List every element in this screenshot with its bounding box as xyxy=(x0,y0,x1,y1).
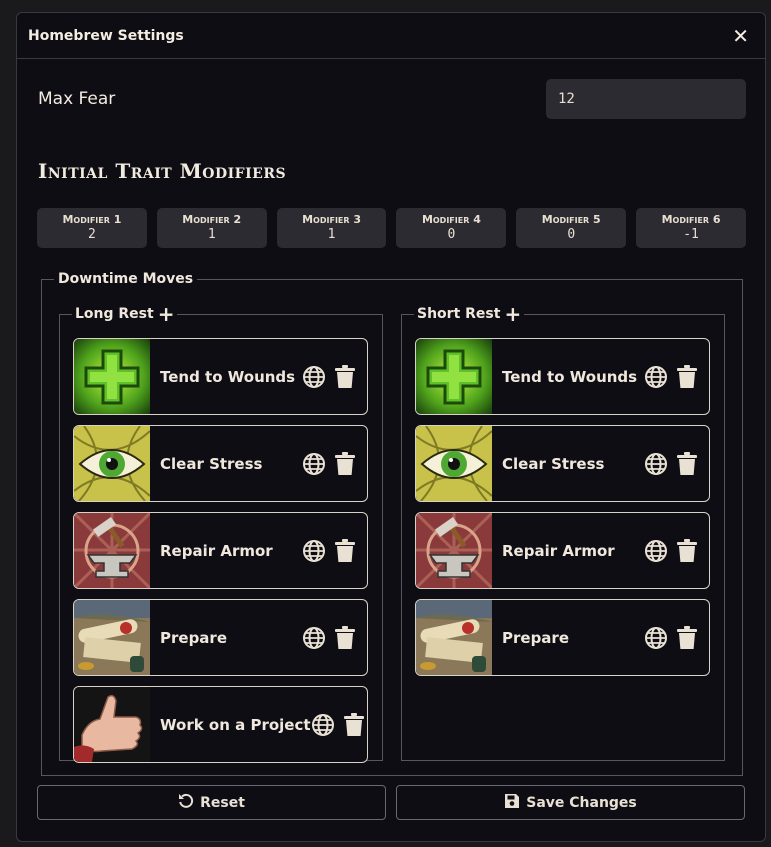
modifier-label: Modifier 6 xyxy=(661,212,721,226)
modifier-value[interactable]: 0 xyxy=(447,226,455,244)
green-cross-icon xyxy=(416,339,492,414)
move-name: Tend to Wounds xyxy=(160,367,296,386)
globe-icon[interactable] xyxy=(302,626,326,650)
modifier-label: Modifier 2 xyxy=(182,212,242,226)
modifier-field-2[interactable]: Modifier 2 1 xyxy=(156,208,267,248)
short-rest-group: Short Rest + Tend to Wounds Clear Stress xyxy=(401,304,725,761)
downtime-moves-title: Downtime Moves xyxy=(58,271,194,287)
modifier-field-6[interactable]: Modifier 6 -1 xyxy=(636,208,746,248)
move-name: Prepare xyxy=(160,628,227,647)
modifier-value[interactable]: 1 xyxy=(328,226,336,244)
move-name: Tend to Wounds xyxy=(502,367,638,386)
max-fear-row: Max Fear xyxy=(38,79,746,119)
move-name: Repair Armor xyxy=(160,541,273,560)
eye-icon xyxy=(74,426,150,501)
modifier-value[interactable]: 0 xyxy=(567,226,575,244)
anvil-hammer-icon xyxy=(74,513,150,588)
globe-icon[interactable] xyxy=(302,452,326,476)
trash-icon[interactable] xyxy=(676,538,698,563)
long-rest-legend: Long Rest + xyxy=(72,304,177,324)
move-name: Clear Stress xyxy=(502,454,605,473)
move-card: Tend to Wounds xyxy=(415,338,710,415)
short-rest-legend: Short Rest + xyxy=(414,304,524,324)
long-rest-group: Long Rest + Tend to Wounds Clear Stress xyxy=(59,304,383,763)
move-name: Repair Armor xyxy=(502,541,615,560)
globe-icon[interactable] xyxy=(644,626,668,650)
dialog-title: Homebrew Settings xyxy=(28,27,184,44)
move-name: Clear Stress xyxy=(160,454,263,473)
trash-icon[interactable] xyxy=(334,364,356,389)
move-card: Clear Stress xyxy=(415,425,710,502)
modifier-field-1[interactable]: Modifier 1 2 xyxy=(37,208,147,248)
globe-icon[interactable] xyxy=(302,365,326,389)
globe-icon[interactable] xyxy=(644,365,668,389)
downtime-moves-section: Downtime Moves Long Rest + Tend to Wound… xyxy=(41,271,743,776)
eye-icon xyxy=(416,426,492,501)
close-icon[interactable]: ✕ xyxy=(732,26,749,46)
move-card: Repair Armor xyxy=(415,512,710,589)
move-name: Prepare xyxy=(502,628,569,647)
trait-modifiers-row: Modifier 1 2 Modifier 2 1 Modifier 3 1 M… xyxy=(37,208,746,248)
modifier-field-5[interactable]: Modifier 5 0 xyxy=(516,208,627,248)
thumbs-up-icon xyxy=(74,687,150,762)
max-fear-input[interactable] xyxy=(546,79,746,119)
save-changes-label: Save Changes xyxy=(526,794,637,811)
globe-icon[interactable] xyxy=(644,452,668,476)
long-rest-title: Long Rest xyxy=(75,306,154,322)
trash-icon[interactable] xyxy=(676,364,698,389)
trash-icon[interactable] xyxy=(334,451,356,476)
modifier-value[interactable]: -1 xyxy=(683,226,699,244)
move-card: Tend to Wounds xyxy=(73,338,368,415)
anvil-hammer-icon xyxy=(416,513,492,588)
move-card: Clear Stress xyxy=(73,425,368,502)
modifier-value[interactable]: 1 xyxy=(208,226,216,244)
short-rest-title: Short Rest xyxy=(417,306,501,322)
undo-icon xyxy=(178,793,194,813)
modifier-field-3[interactable]: Modifier 3 1 xyxy=(276,208,387,248)
move-card: Repair Armor xyxy=(73,512,368,589)
max-fear-label: Max Fear xyxy=(38,89,116,109)
reset-label: Reset xyxy=(200,794,245,811)
modifier-field-4[interactable]: Modifier 4 0 xyxy=(396,208,507,248)
modifier-label: Modifier 5 xyxy=(541,212,601,226)
move-card: Prepare xyxy=(73,599,368,676)
trash-icon[interactable] xyxy=(676,625,698,650)
scrolls-icon xyxy=(74,600,150,675)
globe-icon[interactable] xyxy=(644,539,668,563)
globe-icon[interactable] xyxy=(302,539,326,563)
save-icon xyxy=(504,793,520,813)
move-card: Work on a Project xyxy=(73,686,368,763)
modifier-value[interactable]: 2 xyxy=(88,226,96,244)
trash-icon[interactable] xyxy=(676,451,698,476)
move-card: Prepare xyxy=(415,599,710,676)
scrolls-icon xyxy=(416,600,492,675)
move-name: Work on a Project xyxy=(160,715,311,734)
trash-icon[interactable] xyxy=(343,712,365,737)
green-cross-icon xyxy=(74,339,150,414)
modifier-label: Modifier 4 xyxy=(421,212,481,226)
trash-icon[interactable] xyxy=(334,625,356,650)
trait-modifiers-title: Initial Trait Modifiers xyxy=(38,159,287,183)
trash-icon[interactable] xyxy=(334,538,356,563)
homebrew-settings-dialog: Homebrew Settings ✕ Max Fear Initial Tra… xyxy=(16,12,766,842)
reset-button[interactable]: Reset xyxy=(37,785,386,820)
save-changes-button[interactable]: Save Changes xyxy=(396,785,745,820)
add-long-rest-move-icon[interactable]: + xyxy=(158,304,175,324)
modifier-label: Modifier 3 xyxy=(302,212,362,226)
add-short-rest-move-icon[interactable]: + xyxy=(504,304,521,324)
modifier-label: Modifier 1 xyxy=(62,212,122,226)
globe-icon[interactable] xyxy=(311,713,335,737)
dialog-titlebar: Homebrew Settings ✕ xyxy=(17,13,765,59)
